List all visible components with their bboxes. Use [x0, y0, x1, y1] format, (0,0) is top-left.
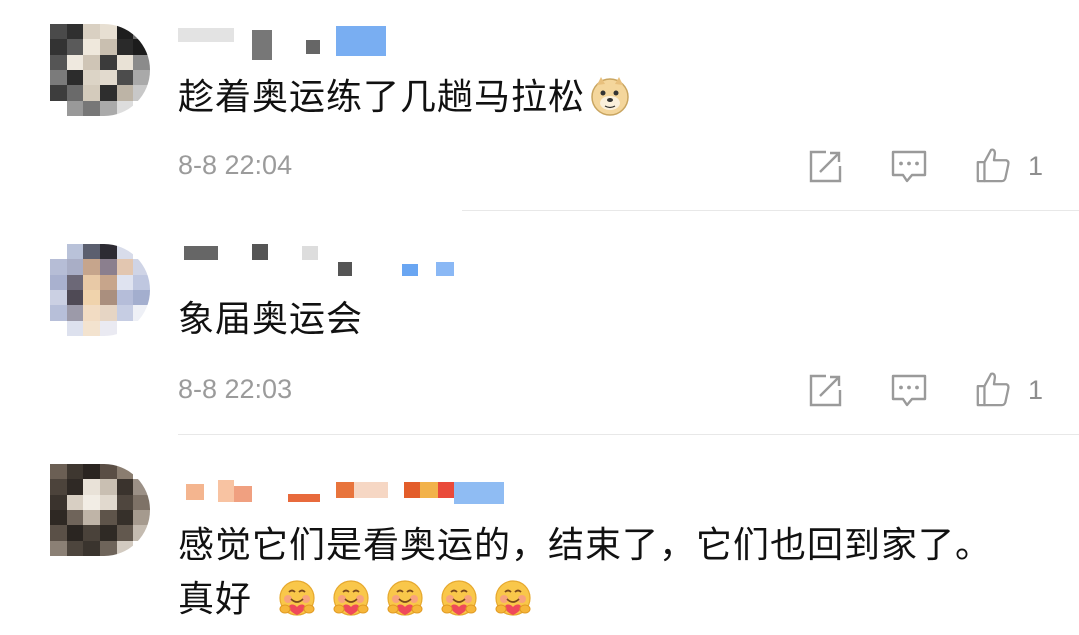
hug-emoji-icon [279, 580, 316, 616]
emoji-group [264, 579, 534, 620]
share-icon[interactable] [806, 372, 844, 410]
like-count: 1 [1028, 375, 1044, 405]
comment-text-content: 趁着奥运练了几趟马拉松 [178, 77, 586, 118]
timestamp: 8-8 22:04 [178, 150, 293, 180]
username-blurred[interactable] [178, 242, 478, 276]
comment-text-content: 真好 [178, 579, 253, 620]
hug-emoji-icon [387, 580, 424, 616]
comment-item: 感觉它们是看奥运的，结束了，它们也回到家了。 真好 [0, 436, 1079, 635]
comment-item: 象届奥运会 8-8 22:03 1 [0, 212, 1079, 436]
comment-item: 趁着奥运练了几趟马拉松 8-8 22:04 1 [0, 0, 1079, 212]
comment-text: 象届奥运会 [178, 299, 364, 340]
comment-text-content: 感觉它们是看奥运的，结束了，它们也回到家了。 [178, 525, 993, 566]
share-icon[interactable] [806, 148, 844, 186]
comment-text-line: 感觉它们是看奥运的，结束了，它们也回到家了。 [178, 518, 992, 574]
comment-text: 趁着奥运练了几趟马拉松 [178, 70, 631, 126]
timestamp: 8-8 22:03 [178, 374, 293, 404]
hug-emoji-icon [333, 580, 370, 616]
hug-emoji-icon [441, 580, 478, 616]
avatar[interactable] [50, 244, 150, 336]
username-blurred[interactable] [178, 26, 398, 60]
username-blurred[interactable] [178, 480, 518, 510]
avatar[interactable] [50, 24, 150, 116]
divider [178, 434, 1079, 435]
comment-icon[interactable] [890, 148, 928, 186]
divider [462, 210, 1079, 211]
comment-icon[interactable] [890, 372, 928, 410]
like-count: 1 [1028, 151, 1044, 181]
comment-text-line: 真好 [178, 572, 534, 628]
doge-emoji-icon [591, 77, 629, 116]
thumbs-up-icon[interactable] [974, 146, 1012, 184]
avatar[interactable] [50, 464, 150, 556]
hug-emoji-icon [495, 580, 532, 616]
thumbs-up-icon[interactable] [974, 370, 1012, 408]
